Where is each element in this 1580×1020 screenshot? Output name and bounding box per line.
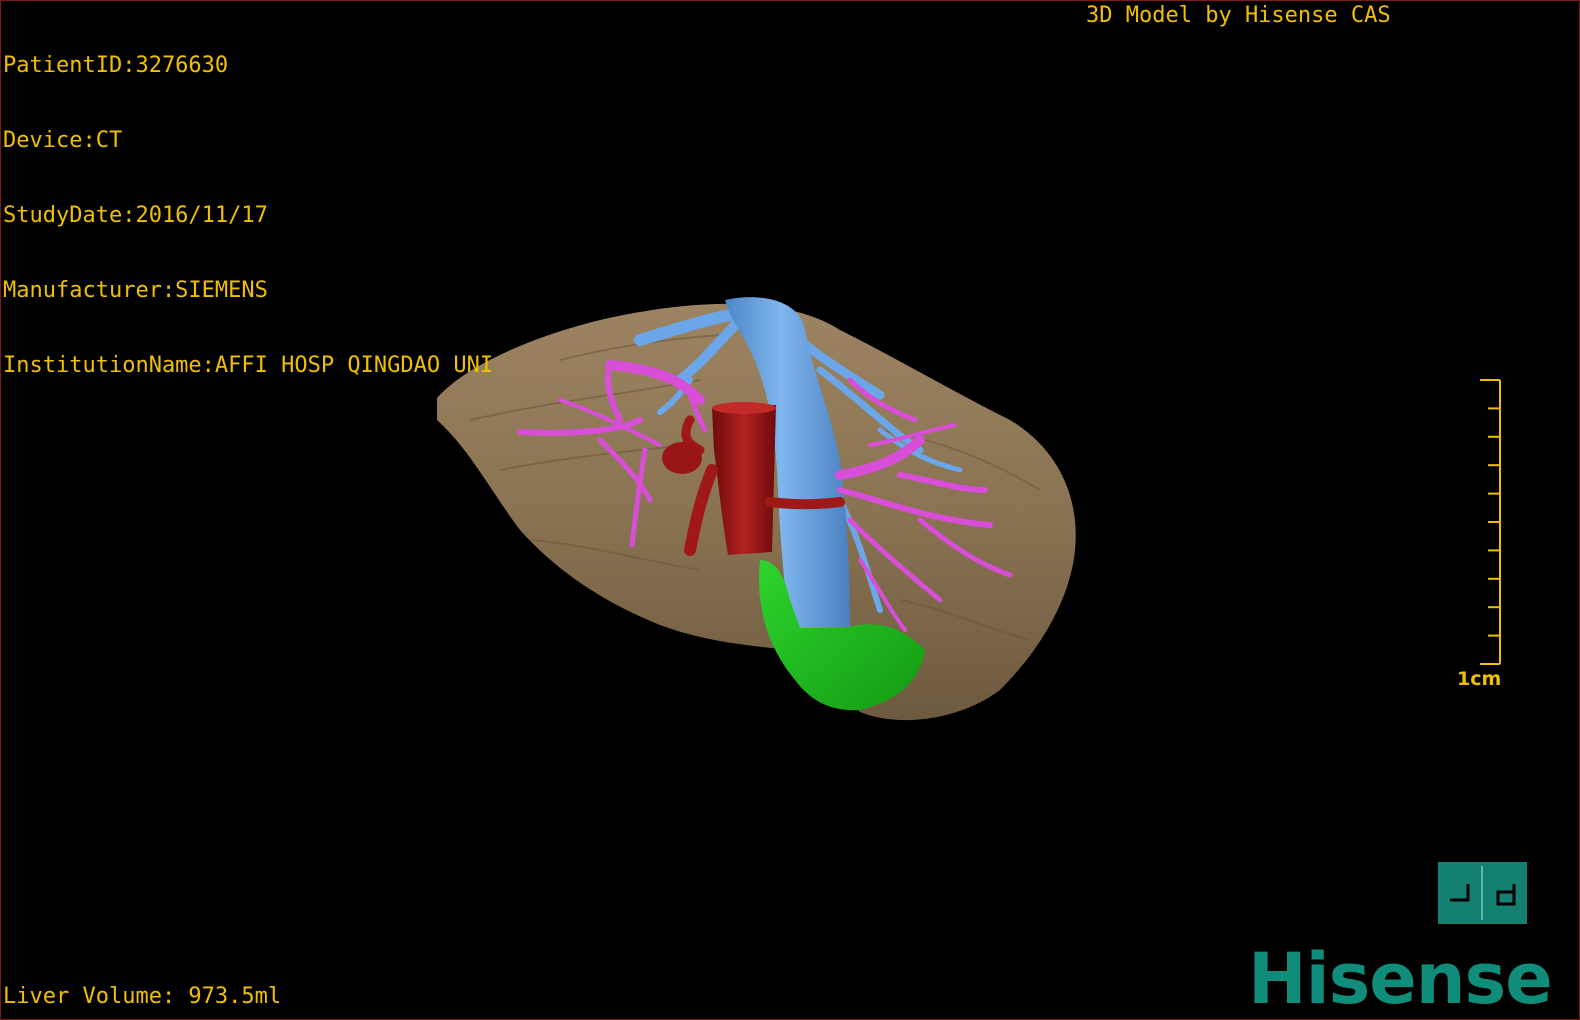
patient-info-panel: PatientID:3276630 Device:CT StudyDate:20… bbox=[3, 3, 493, 403]
model-title: 3D Model by Hisense CAS bbox=[1086, 3, 1391, 28]
aorta-top bbox=[712, 402, 776, 414]
hisense-logo: Hisense bbox=[1248, 938, 1553, 1020]
view-orientation-button[interactable] bbox=[1438, 862, 1527, 924]
manufacturer: Manufacturer:SIEMENS bbox=[3, 278, 268, 303]
scale-bar bbox=[1480, 379, 1501, 665]
device: Device:CT bbox=[3, 128, 123, 153]
liver-volume: Liver Volume: 973.5ml bbox=[3, 984, 282, 1009]
artery-tortuous-segment bbox=[662, 442, 702, 474]
view-orientation-icon bbox=[1450, 866, 1516, 920]
institution-name: InstitutionName:AFFI HOSP QINGDAO UNI bbox=[3, 353, 494, 378]
patient-id: PatientID:3276630 bbox=[3, 53, 229, 78]
scale-bar-label: 1cm bbox=[1457, 668, 1502, 690]
study-date: StudyDate:2016/11/17 bbox=[3, 203, 268, 228]
